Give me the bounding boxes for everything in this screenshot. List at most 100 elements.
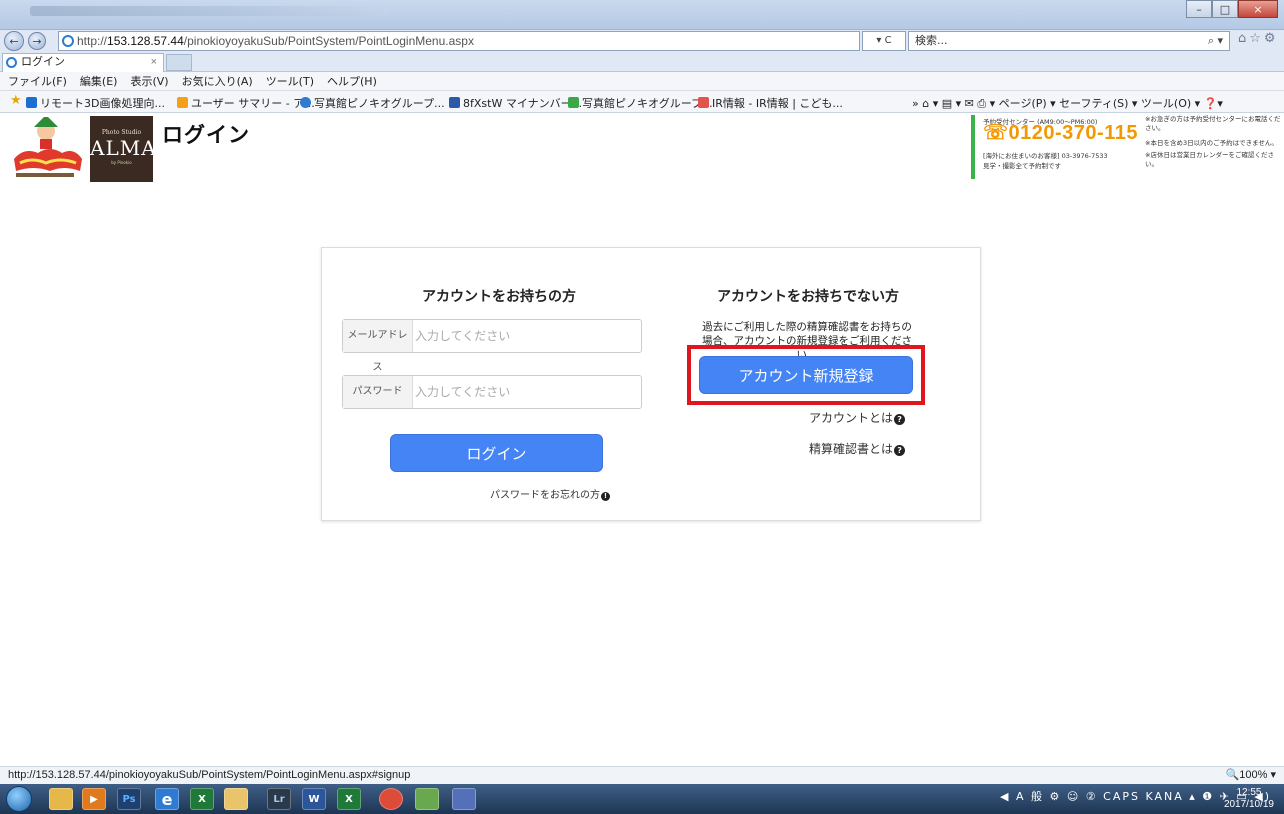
favorite-site-icon (449, 97, 460, 108)
contact-info: 予約受付センター (AM9:00～PM6:00) ☏0120-370-115 [… (971, 115, 1284, 179)
login-button[interactable]: ログイン (390, 434, 603, 472)
search-icon[interactable]: ⌕ ▾ (1208, 32, 1223, 50)
folder-taskbar-icon[interactable] (224, 788, 248, 810)
favorite-item[interactable]: 写真館ピノキオグループ... (300, 95, 445, 111)
phone-icon: ☏ (983, 122, 1009, 144)
tab-close-icon[interactable]: × (151, 54, 157, 71)
search-input[interactable]: 検索... ⌕ ▾ (908, 31, 1230, 51)
close-button[interactable]: × (1238, 0, 1278, 18)
refresh-button[interactable]: ▾ C (862, 31, 906, 51)
word-taskbar-icon[interactable]: W (302, 788, 326, 810)
forgot-password-link[interactable]: パスワードをお忘れの方! (490, 486, 610, 501)
login-card: アカウントをお持ちの方 メールアドレス パスワード ログイン パスワードをお忘れ… (321, 247, 981, 521)
alma-photo-studio: Photo Studio (101, 129, 142, 136)
ie-tab-icon (6, 57, 17, 68)
command-bar[interactable]: » ⌂ ▾ ▤ ▾ ✉ ⎙ ▾ ページ(P) ▾ セーフティ(S) ▾ ツール(… (912, 95, 1223, 111)
alma-name: ALMA (90, 136, 157, 160)
signup-section-title: アカウントをお持ちでない方 (717, 289, 899, 305)
pinokio-taskbar-icon[interactable] (415, 788, 439, 810)
menu-view[interactable]: 表示(V) (130, 73, 168, 89)
forward-button[interactable]: → (28, 32, 46, 50)
highlight-box (687, 345, 925, 405)
about-account-link[interactable]: アカウントとは? (809, 409, 906, 426)
favorite-item[interactable]: 8fXstW マイナンバー... (449, 95, 582, 111)
tab-title: ログイン (21, 56, 65, 68)
url-host: 153.128.57.44 (107, 34, 184, 48)
excel-taskbar-icon[interactable]: X (190, 788, 214, 810)
zoom-level[interactable]: 🔍100% ▾ (1226, 767, 1276, 784)
alma-by: by Pinokio (111, 160, 132, 165)
clock[interactable]: 12:55 2017/10/19 (1224, 787, 1274, 811)
phone-number[interactable]: ☏0120-370-115 (983, 123, 1138, 143)
search-placeholder: 検索... (915, 34, 948, 47)
favorite-site-icon (26, 97, 37, 108)
taskbar: ▶ Ps e X Lr W X ◀ A 般 ⚙ ☺ ② CAPS KANA ▴ … (0, 784, 1284, 814)
start-button[interactable] (6, 786, 32, 812)
clock-time: 12:55 (1236, 787, 1262, 798)
menu-favorites[interactable]: お気に入り(A) (182, 73, 253, 89)
new-tab-button[interactable] (166, 54, 192, 71)
notice-holiday: ※店休日は営業日カレンダーをご確認ください。 (1145, 151, 1274, 168)
email-input[interactable] (415, 322, 635, 350)
menu-help[interactable]: ヘルプ(H) (327, 73, 377, 89)
favorites-star-icon[interactable]: ★ (10, 93, 22, 108)
overseas-contact: [海外にお住まいのお客様] 03-3976-7533 (983, 152, 1108, 160)
minimize-button[interactable]: – (1186, 0, 1212, 18)
password-input[interactable] (415, 378, 635, 406)
back-button[interactable]: ← (4, 31, 24, 51)
favorite-site-icon (698, 97, 709, 108)
about-receipt-link[interactable]: 精算確認書とは? (809, 440, 906, 457)
favorite-site-icon (568, 97, 579, 108)
notice-urgent: ※お急ぎの方は予約受付センターにお電話ください。 (1145, 115, 1281, 132)
media-player-taskbar-icon[interactable]: ▶ (82, 788, 106, 810)
favorite-item[interactable]: 写真館ピノキオグループ... (568, 95, 713, 111)
analytics-icon (177, 97, 188, 108)
favorite-item[interactable]: リモート3D画像処理向... (26, 95, 165, 111)
window-title (30, 6, 390, 16)
menu-edit[interactable]: 編集(E) (80, 73, 118, 89)
email-label: メールアドレス (343, 320, 413, 373)
window-titlebar: – □ × (0, 0, 1284, 30)
home-favorites-tools-icons[interactable]: ⌂☆⚙ (1238, 31, 1279, 46)
photoshop-taskbar-icon[interactable]: Ps (117, 788, 141, 810)
menu-bar: ファイル(F) 編集(E) 表示(V) お気に入り(A) ツール(T) ヘルプ(… (0, 72, 1284, 91)
password-label: パスワード (343, 376, 413, 408)
pinokio-logo (14, 117, 82, 177)
page-title: ログイン (162, 123, 250, 147)
alma-logo: Photo Studio ALMA by Pinokio (90, 116, 157, 182)
chrome-taskbar-icon[interactable] (379, 788, 403, 810)
site-header: Photo Studio ALMA by Pinokio ログイン 予約受付セン… (0, 113, 1284, 189)
ie-favorite-icon (300, 97, 311, 108)
app-taskbar-icon[interactable] (452, 788, 476, 810)
navigation-bar: ← → http://153.128.57.44/pinokioyoyakuSu… (0, 30, 1284, 52)
question-icon: ? (894, 445, 906, 456)
tab-bar: ログイン × (0, 52, 1284, 72)
info-icon: ! (601, 492, 610, 501)
ie-taskbar-icon[interactable]: e (155, 788, 179, 810)
favorite-item[interactable]: ユーザー サマリー - ア... (177, 95, 315, 111)
lightroom-taskbar-icon[interactable]: Lr (267, 788, 291, 810)
favorites-bar: ★ リモート3D画像処理向... ユーザー サマリー - ア... 写真館ピノキ… (0, 91, 1284, 113)
window-controls: – □ × (1186, 0, 1278, 18)
url-prefix: http:// (77, 34, 108, 48)
password-field[interactable]: パスワード (342, 375, 642, 409)
status-url: http://153.128.57.44/pinokioyoyakuSub/Po… (8, 769, 411, 781)
reservation-note: 見学・撮影全て予約制です (983, 162, 1061, 170)
question-icon: ? (894, 414, 906, 425)
email-field[interactable]: メールアドレス (342, 319, 642, 373)
excel-taskbar-icon-2[interactable]: X (337, 788, 361, 810)
clock-date: 2017/10/19 (1223, 799, 1274, 810)
notice-three-days: ※本日を含め3日以内のご予約はできません。 (1145, 139, 1278, 147)
zoom-icon: 🔍 (1225, 769, 1240, 781)
url-path: /pinokioyoyakuSub/PointSystem/PointLogin… (183, 34, 474, 48)
menu-tools[interactable]: ツール(T) (266, 73, 314, 89)
ie-page-icon (62, 35, 74, 47)
login-section-title: アカウントをお持ちの方 (422, 289, 576, 305)
address-bar[interactable]: http://153.128.57.44/pinokioyoyakuSub/Po… (58, 31, 860, 51)
tab-login[interactable]: ログイン × (2, 53, 164, 72)
menu-file[interactable]: ファイル(F) (8, 73, 67, 89)
status-bar: http://153.128.57.44/pinokioyoyakuSub/Po… (0, 766, 1284, 784)
explorer-taskbar-icon[interactable] (49, 788, 73, 810)
favorite-item[interactable]: IR情報 - IR情報 | こども... (698, 95, 843, 111)
maximize-button[interactable]: □ (1212, 0, 1238, 18)
